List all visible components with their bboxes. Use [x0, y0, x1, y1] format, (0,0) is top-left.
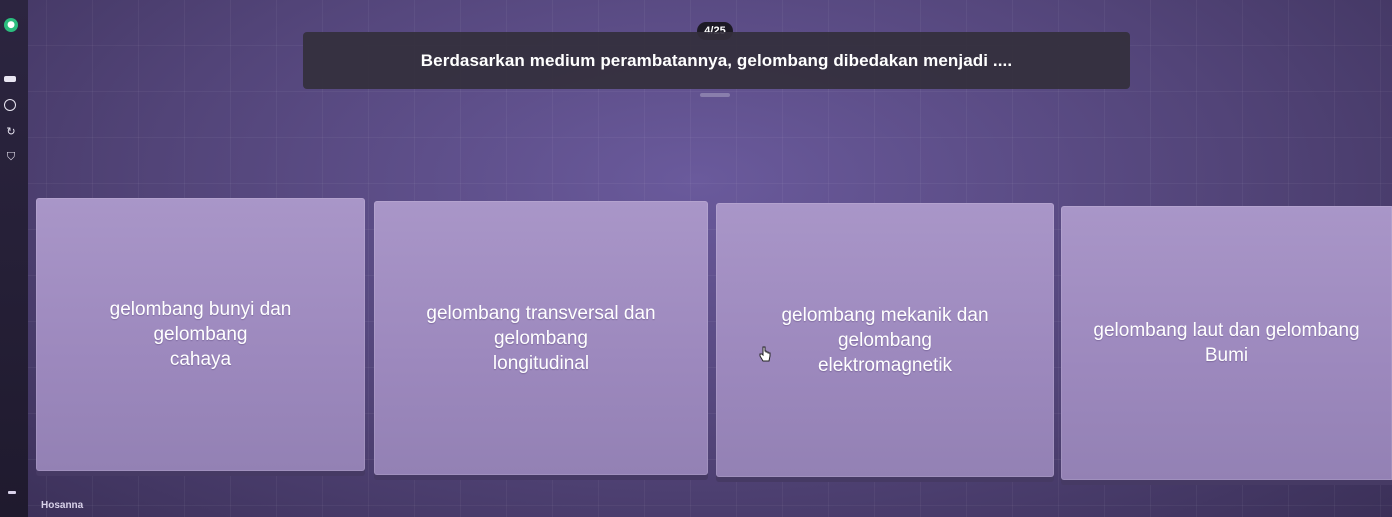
answer-option-label: gelombang laut dan gelombang Bumi	[1093, 320, 1360, 366]
logo-icon: ●	[4, 18, 18, 32]
question-bar: Berdasarkan medium perambatannya, gelomb…	[303, 32, 1130, 89]
left-rail: ● ↻ ⛉	[0, 0, 28, 517]
answer-option-2[interactable]: gelombang transversal dan gelombang long…	[374, 201, 708, 475]
status-mark	[8, 491, 16, 494]
answer-option-3[interactable]: gelombang mekanik dan gelombang elektrom…	[716, 203, 1054, 477]
clock-icon[interactable]	[4, 99, 16, 111]
redo-icon[interactable]: ↻	[4, 124, 18, 138]
answer-option-1[interactable]: gelombang bunyi dan gelombang cahaya	[36, 198, 365, 471]
answer-option-label: gelombang mekanik dan gelombang elektrom…	[781, 304, 989, 376]
bar-icon[interactable]	[4, 76, 16, 82]
question-text: Berdasarkan medium perambatannya, gelomb…	[420, 50, 1013, 70]
answer-option-4[interactable]: gelombang laut dan gelombang Bumi	[1061, 206, 1392, 480]
player-name: Hosanna	[41, 500, 84, 511]
shield-icon[interactable]: ⛉	[4, 149, 18, 163]
hand-cursor-icon	[759, 346, 771, 362]
answer-option-label: gelombang transversal dan gelombang long…	[426, 302, 656, 374]
answer-option-label: gelombang bunyi dan gelombang cahaya	[109, 299, 292, 370]
question-divider	[700, 93, 730, 97]
